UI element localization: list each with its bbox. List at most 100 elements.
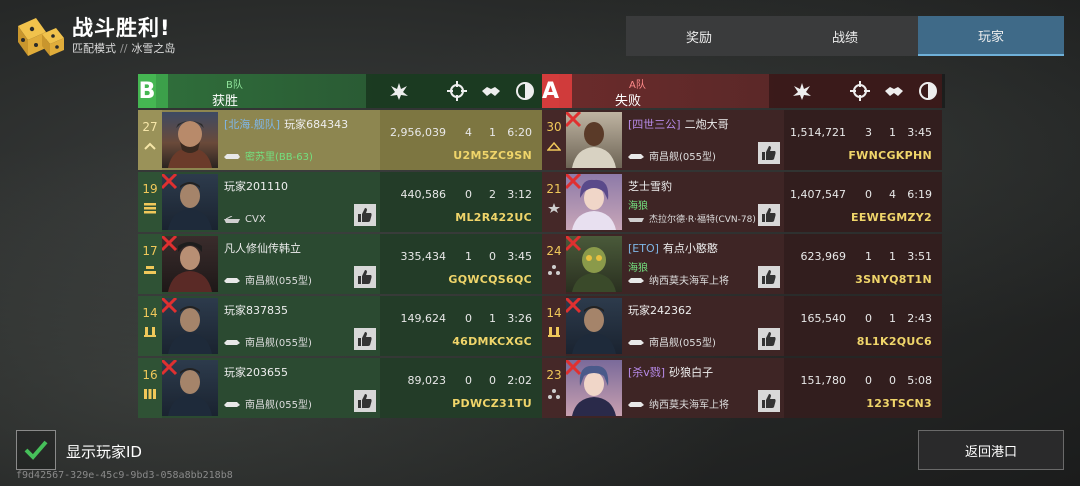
player-name-line: [四世三公] 二炮大哥 bbox=[628, 116, 780, 132]
ship-name: 南昌舰(055型) bbox=[245, 276, 312, 287]
player-id-code: EEWEGMZY2 bbox=[851, 211, 932, 224]
like-button[interactable] bbox=[758, 266, 780, 288]
destroyer-icon bbox=[628, 153, 644, 159]
rank-cell: 19 bbox=[138, 172, 162, 232]
thumbs-up-icon bbox=[358, 270, 372, 284]
like-button[interactable] bbox=[758, 328, 780, 350]
like-button[interactable] bbox=[758, 204, 780, 226]
carrier-icon bbox=[224, 215, 240, 223]
player-level: 27 bbox=[142, 120, 158, 134]
kills-value: 1 bbox=[865, 250, 872, 263]
player-row[interactable]: 21 芝士雪豹 海狼 杰拉尔德·R·福特(CVN-78) 1,407,547 0… bbox=[542, 172, 942, 232]
damage-value: 440,586 bbox=[400, 188, 447, 201]
rank-bars-icon bbox=[144, 389, 156, 399]
destroyed-x-icon bbox=[162, 360, 178, 376]
thumbs-up-icon bbox=[762, 270, 776, 284]
survival-time: 2:02 bbox=[507, 374, 532, 387]
like-button[interactable] bbox=[354, 266, 376, 288]
avatar bbox=[162, 360, 218, 416]
player-row[interactable]: 23 [杀v戮] 砂狼白子 纳西莫夫海军上将 151,780 0 0 5:08 1… bbox=[542, 358, 942, 418]
assists-value: 2 bbox=[489, 188, 496, 201]
kills-value: 0 bbox=[465, 312, 472, 325]
rank-bars-icon bbox=[548, 327, 560, 337]
like-button[interactable] bbox=[758, 390, 780, 412]
page-title: 战斗胜利! bbox=[72, 16, 171, 40]
tab-players[interactable]: 玩家 bbox=[918, 16, 1064, 56]
ship-line: 南昌舰(055型) bbox=[224, 272, 312, 287]
rank-cell: 30 bbox=[542, 110, 566, 170]
player-row[interactable]: 17 凡人修仙传韩立 南昌舰(055型) 335,434 1 0 3:45 GQ… bbox=[138, 234, 542, 294]
return-to-port-button[interactable]: 返回港口 bbox=[918, 430, 1064, 470]
player-level: 14 bbox=[142, 306, 158, 320]
rank-cell: 23 bbox=[542, 358, 566, 418]
mode-label: 匹配模式 bbox=[72, 42, 116, 55]
survival-time: 3:45 bbox=[507, 250, 532, 263]
destroyer-icon bbox=[224, 401, 240, 407]
rank-cell: 14 bbox=[138, 296, 162, 356]
player-info: [北海.舰队] 玩家684343 密苏里(BB-63) bbox=[218, 110, 380, 170]
like-button[interactable] bbox=[354, 204, 376, 226]
player-id-code: PDWCZ31TU bbox=[452, 397, 532, 410]
tab-rewards[interactable]: 奖励 bbox=[626, 16, 772, 56]
player-row[interactable]: 27 [北海.舰队] 玩家684343 密苏里(BB-63) 2,956,039 … bbox=[138, 110, 542, 170]
player-id-code: U2M5ZC9SN bbox=[453, 149, 532, 162]
destroyed-x-icon bbox=[566, 174, 582, 190]
rank-cell: 16 bbox=[138, 358, 162, 418]
player-row[interactable]: 19 玩家201110 CVX 440,586 0 2 3:12 ML2R422… bbox=[138, 172, 542, 232]
ship-name: 密苏里(BB-63) bbox=[245, 152, 313, 163]
like-button[interactable] bbox=[354, 390, 376, 412]
avatar bbox=[162, 174, 218, 230]
destroyed-x-icon bbox=[162, 298, 178, 314]
team-b-name: B队 bbox=[226, 80, 243, 91]
show-player-id-checkbox[interactable] bbox=[16, 430, 56, 470]
player-row[interactable]: 30 [四世三公] 二炮大哥 南昌舰(055型) 1,514,721 3 1 3:… bbox=[542, 110, 942, 170]
survival-time: 3:45 bbox=[907, 126, 932, 139]
team-a-badge: A bbox=[542, 74, 560, 108]
stat-values: 1,407,547 0 4 6:19 bbox=[784, 188, 932, 201]
avatar bbox=[566, 298, 622, 354]
show-player-id-label[interactable]: 显示玩家ID bbox=[66, 441, 142, 462]
assists-value: 0 bbox=[489, 250, 496, 263]
thumbs-up-icon bbox=[762, 332, 776, 346]
team-b-result: 获胜 bbox=[212, 94, 239, 109]
kills-value: 0 bbox=[465, 188, 472, 201]
player-row[interactable]: 16 玩家203655 南昌舰(055型) 89,023 0 0 2:02 PD… bbox=[138, 358, 542, 418]
cruiser-icon bbox=[628, 401, 644, 407]
team-b-panel: B B队 获胜 27 [北海.舰队] 玩家684343 密苏里(BB-63) 2… bbox=[138, 74, 542, 418]
destroyer-icon bbox=[224, 277, 240, 283]
rank-chevron-icon bbox=[547, 141, 561, 151]
player-stats: 440,586 0 2 3:12 ML2R422UC bbox=[380, 172, 542, 232]
player-stats: 2,956,039 4 1 6:20 U2M5ZC9SN bbox=[380, 110, 542, 170]
player-info: 芝士雪豹 海狼 杰拉尔德·R·福特(CVN-78) bbox=[622, 172, 784, 232]
player-row[interactable]: 24 [ETO] 有点小憨憨 海狼 纳西莫夫海军上将 623,969 1 1 3:… bbox=[542, 234, 942, 294]
team-a-panel: A A队 失败 30 [四世三公] 二炮大哥 南昌舰(055型) 1,514,7… bbox=[542, 74, 946, 418]
player-name-line: [北海.舰队] 玩家684343 bbox=[224, 116, 376, 132]
rank-bars-icon bbox=[144, 203, 156, 214]
rank-chevron-icon bbox=[144, 142, 156, 150]
stat-values: 623,969 1 1 3:51 bbox=[784, 250, 933, 263]
stat-values: 1,514,721 3 1 3:45 bbox=[784, 126, 932, 139]
player-level: 19 bbox=[142, 182, 158, 196]
cruiser-icon bbox=[628, 277, 644, 283]
ship-line: 密苏里(BB-63) bbox=[224, 148, 313, 163]
destroyed-x-icon bbox=[566, 360, 582, 376]
crosshair-icon bbox=[447, 81, 467, 101]
destroyed-x-icon bbox=[566, 112, 582, 128]
kills-value: 4 bbox=[465, 126, 472, 139]
like-button[interactable] bbox=[758, 142, 780, 164]
player-name: 玩家242362 bbox=[628, 304, 692, 317]
team-b-header: B B队 获胜 bbox=[138, 74, 542, 109]
ship-line: 南昌舰(055型) bbox=[628, 148, 716, 163]
like-button[interactable] bbox=[354, 328, 376, 350]
player-row[interactable]: 14 玩家242362 南昌舰(055型) 165,540 0 1 2:43 8… bbox=[542, 296, 942, 356]
player-id-code: 8L1K2QUC6 bbox=[856, 335, 932, 348]
avatar bbox=[566, 236, 622, 292]
player-name: 芝士雪豹 bbox=[628, 180, 672, 193]
stat-values: 165,540 0 1 2:43 bbox=[784, 312, 933, 325]
player-row[interactable]: 14 玩家837835 南昌舰(055型) 149,624 0 1 3:26 4… bbox=[138, 296, 542, 356]
survival-time: 3:12 bbox=[507, 188, 532, 201]
kills-value: 0 bbox=[865, 312, 872, 325]
team-a-name: A队 bbox=[629, 80, 646, 91]
tab-record[interactable]: 战绩 bbox=[772, 16, 918, 56]
player-stats: 89,023 0 0 2:02 PDWCZ31TU bbox=[380, 358, 542, 418]
